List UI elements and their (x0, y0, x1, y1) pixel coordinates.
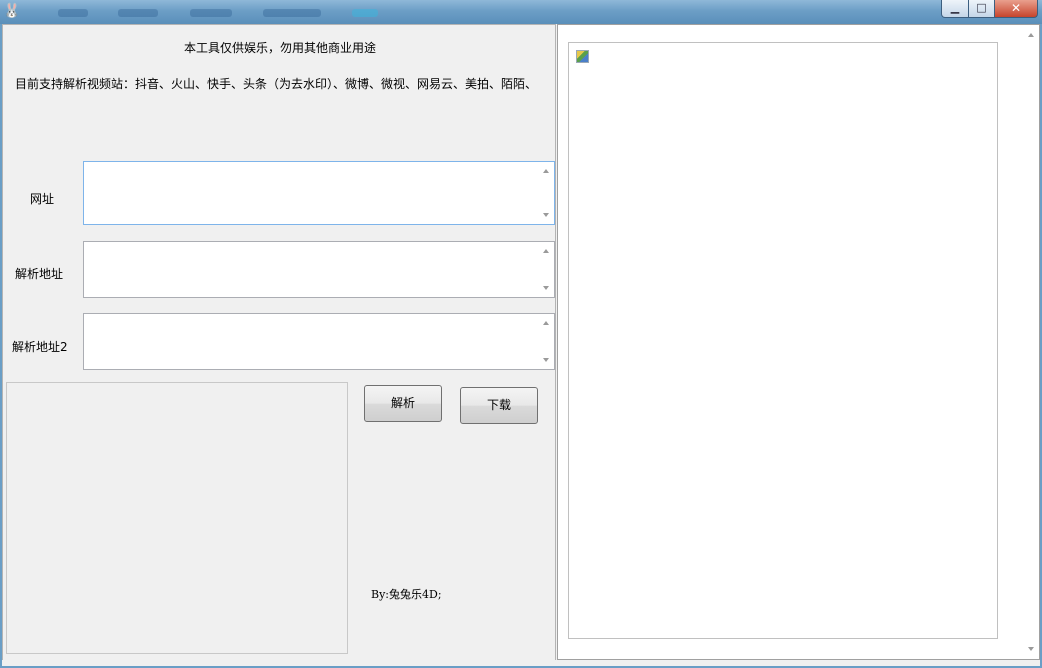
minimize-icon[interactable]: ▁ (941, 0, 969, 18)
scroll-down-arrow-icon[interactable] (543, 286, 549, 290)
title-blur-4 (263, 9, 321, 17)
web-preview-frame (568, 42, 998, 639)
title-bar[interactable]: 🐰 ▁ □ ✕ (0, 0, 1042, 24)
window-body: 本工具仅供娱乐，勿用其他商业用途 目前支持解析视频站：抖音、火山、快手、头条（为… (2, 24, 1040, 666)
title-blur-5 (352, 9, 378, 17)
parse-button[interactable]: 解析 (364, 385, 442, 422)
disclaimer-text: 本工具仅供娱乐，勿用其他商业用途 (183, 41, 376, 55)
parsed-url-scrollbar[interactable] (537, 242, 554, 297)
web-preview-pane (557, 24, 1040, 660)
parsed-url-2-scrollbar[interactable] (537, 314, 554, 369)
title-blur-2 (118, 9, 158, 17)
url-input[interactable] (83, 161, 555, 225)
scroll-down-arrow-icon[interactable] (543, 358, 549, 362)
scroll-down-arrow-icon[interactable] (543, 213, 549, 217)
left-pane: 本工具仅供娱乐，勿用其他商业用途 目前支持解析视频站：抖音、火山、快手、头条（为… (2, 24, 556, 666)
maximize-icon[interactable]: □ (969, 0, 995, 18)
author-credit: By:兔兔乐4D; (371, 588, 442, 601)
parsed-url-label: 解析地址 (15, 267, 64, 281)
scroll-up-arrow-icon[interactable] (543, 249, 549, 253)
close-icon[interactable]: ✕ (995, 0, 1038, 18)
supported-sites-text: 目前支持解析视频站：抖音、火山、快手、头条（为去水印）、微博、微视、网易云、美拍… (15, 77, 538, 91)
parsed-url-2-input[interactable] (83, 313, 555, 370)
url-input-scrollbar[interactable] (537, 162, 554, 224)
parsed-url-2-label: 解析地址2 (12, 340, 68, 354)
title-blur-1 (58, 9, 88, 17)
rabbit-app-icon: 🐰 (3, 3, 21, 19)
broken-image-icon (576, 50, 589, 63)
preview-scrollbar[interactable] (1022, 25, 1039, 659)
parsed-url-input[interactable] (83, 241, 555, 298)
title-blur-3 (190, 9, 232, 17)
scroll-up-arrow-icon[interactable] (543, 321, 549, 325)
window-controls: ▁ □ ✕ (941, 0, 1038, 18)
download-button[interactable]: 下载 (460, 387, 538, 424)
thumbnail-panel (6, 382, 348, 654)
scroll-up-arrow-icon[interactable] (543, 169, 549, 173)
window-bottom-edge (2, 660, 1040, 666)
scroll-up-arrow-icon[interactable] (1028, 33, 1034, 37)
url-label: 网址 (30, 192, 55, 206)
scroll-down-arrow-icon[interactable] (1028, 647, 1034, 651)
